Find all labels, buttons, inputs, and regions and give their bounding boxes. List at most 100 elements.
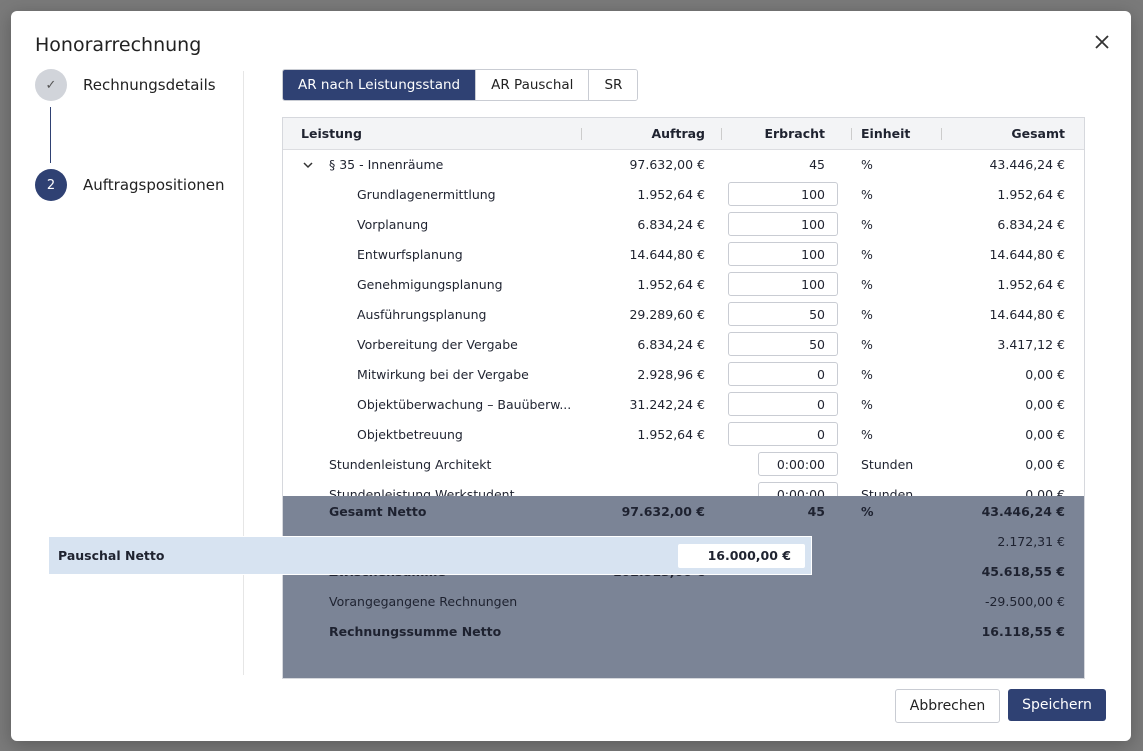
row-gesamt: 3.417,12 € <box>997 337 1065 352</box>
summary-erbracht: 45 <box>807 504 825 519</box>
positions-table: Leistung Auftrag Erbracht Einheit Gesamt… <box>282 117 1085 679</box>
row-einheit: % <box>861 367 873 382</box>
row-label: Grundlagenermittlung <box>357 187 496 202</box>
group-auftrag: 97.632,00 € <box>629 157 705 172</box>
cancel-button[interactable]: Abbrechen <box>895 689 1000 723</box>
erbracht-input[interactable]: 100 <box>728 182 838 206</box>
group-gesamt: 43.446,24 € <box>989 157 1065 172</box>
tab-ar-leistungsstand[interactable]: AR nach Leistungsstand <box>283 70 477 100</box>
summary-vorangegangene: Vorangegangene Rechnungen -29.500,00 € <box>283 587 1084 617</box>
group-erbracht: 45 <box>809 157 825 172</box>
table-row: Objektüberwachung – Bauüberw... 31.242,2… <box>283 390 1084 421</box>
step-2-label[interactable]: Auftragspositionen <box>83 176 225 194</box>
row-einheit: % <box>861 307 873 322</box>
col-separator <box>581 128 582 140</box>
row-einheit: % <box>861 397 873 412</box>
row-gesamt: 1.952,64 € <box>997 187 1065 202</box>
table-row: Ausführungsplanung 29.289,60 € 50 % 14.6… <box>283 300 1084 331</box>
pauschal-netto-input[interactable]: 16.000,00 € <box>678 544 805 568</box>
erbracht-input[interactable]: 100 <box>728 242 838 266</box>
table-row: Genehmigungsplanung 1.952,64 € 100 % 1.9… <box>283 270 1084 301</box>
col-gesamt[interactable]: Gesamt <box>963 118 1065 149</box>
row-auftrag: 1.952,64 € <box>637 277 705 292</box>
row-auftrag: 6.834,24 € <box>637 337 705 352</box>
row-einheit: % <box>861 337 873 352</box>
dialog-title: Honorarrechnung <box>35 34 202 56</box>
step-1-label[interactable]: Rechnungsdetails <box>83 76 216 94</box>
table-row: Entwurfsplanung 14.644,80 € 100 % 14.644… <box>283 240 1084 271</box>
col-separator <box>941 128 942 140</box>
row-auftrag: 1.952,64 € <box>637 187 705 202</box>
row-einheit: % <box>861 427 873 442</box>
row-gesamt: 0,00 € <box>1025 367 1065 382</box>
summary-label: Vorangegangene Rechnungen <box>329 594 518 609</box>
chevron-down-icon[interactable] <box>301 158 315 172</box>
row-gesamt: 0,00 € <box>1025 427 1065 442</box>
table-row: Vorplanung 6.834,24 € 100 % 6.834,24 € <box>283 210 1084 241</box>
erbracht-input[interactable]: 0 <box>728 422 838 446</box>
row-label: Objektbetreuung <box>357 427 463 442</box>
table-header: Leistung Auftrag Erbracht Einheit Gesamt <box>283 118 1084 150</box>
sidebar-divider <box>243 71 244 675</box>
row-auftrag: 1.952,64 € <box>637 427 705 442</box>
summary-rechnungssumme: Rechnungssumme Netto 16.118,55 € <box>283 617 1084 647</box>
summary-auftrag: 97.632,00 € <box>621 504 705 519</box>
row-label: Mitwirkung bei der Vergabe <box>357 367 529 382</box>
table-row: Objektbetreuung 1.952,64 € 0 % 0,00 € <box>283 420 1084 451</box>
row-label: Objektüberwachung – Bauüberw... <box>357 397 572 412</box>
row-gesamt: 6.834,24 € <box>997 217 1065 232</box>
hours-input[interactable]: 0:00:00 <box>758 452 838 476</box>
tab-sr[interactable]: SR <box>589 70 638 100</box>
group-label: § 35 - Innenräume <box>329 157 444 172</box>
summary-gesamt: 16.118,55 € <box>981 624 1065 639</box>
summary-label: Rechnungssumme Netto <box>329 624 502 639</box>
row-gesamt: 14.644,80 € <box>989 247 1065 262</box>
erbracht-input[interactable]: 0 <box>728 362 838 386</box>
save-button[interactable]: Speichern <box>1008 689 1106 721</box>
erbracht-input[interactable]: 100 <box>728 212 838 236</box>
group-row[interactable]: § 35 - Innenräume 97.632,00 € 45 % 43.44… <box>283 150 1084 181</box>
tab-ar-pauschal[interactable]: AR Pauschal <box>476 70 590 100</box>
table-row: Mitwirkung bei der Vergabe 2.928,96 € 0 … <box>283 360 1084 391</box>
row-label: Ausführungsplanung <box>357 307 487 322</box>
row-einheit: % <box>861 277 873 292</box>
row-gesamt: 0,00 € <box>1025 397 1065 412</box>
row-einheit: % <box>861 187 873 202</box>
row-einheit: % <box>861 217 873 232</box>
summary-gesamt: 2.172,31 € <box>997 534 1065 549</box>
col-separator <box>851 128 852 140</box>
erbracht-input[interactable]: 50 <box>728 302 838 326</box>
col-separator <box>721 128 722 140</box>
col-leistung[interactable]: Leistung <box>301 118 362 149</box>
row-auftrag: 6.834,24 € <box>637 217 705 232</box>
table-row: Grundlagenermittlung 1.952,64 € 100 % 1.… <box>283 180 1084 211</box>
invoice-dialog: Honorarrechnung ✓ Rechnungsdetails 2 Auf… <box>11 11 1131 741</box>
group-einheit: % <box>861 157 873 172</box>
hourly-gesamt: 0,00 € <box>1025 457 1065 472</box>
col-erbracht[interactable]: Erbracht <box>733 118 825 149</box>
erbracht-input[interactable]: 50 <box>728 332 838 356</box>
invoice-type-tabs: AR nach Leistungsstand AR Pauschal SR <box>282 69 639 101</box>
col-auftrag[interactable]: Auftrag <box>613 118 705 149</box>
summary-gesamt: 43.446,24 € <box>981 504 1065 519</box>
pauschal-label: Pauschal Netto <box>58 548 165 563</box>
stepper-connector <box>50 107 51 163</box>
close-icon[interactable] <box>1091 31 1113 53</box>
hourly-einheit: Stunden <box>861 457 914 472</box>
pauschal-netto-row: Pauschal Netto 16.000,00 € <box>48 536 812 575</box>
table-row: Vorbereitung der Vergabe 6.834,24 € 50 %… <box>283 330 1084 361</box>
row-gesamt: 1.952,64 € <box>997 277 1065 292</box>
step-1-check-icon[interactable]: ✓ <box>35 69 67 101</box>
summary-label: Gesamt Netto <box>329 504 427 519</box>
hourly-row: Stundenleistung Architekt 0:00:00 Stunde… <box>283 450 1084 481</box>
hourly-label: Stundenleistung Architekt <box>329 457 492 472</box>
col-einheit[interactable]: Einheit <box>861 118 910 149</box>
step-2-marker[interactable]: 2 <box>35 169 67 201</box>
row-auftrag: 2.928,96 € <box>637 367 705 382</box>
summary-gesamt-netto: Gesamt Netto 97.632,00 € 45 % 43.446,24 … <box>283 497 1084 527</box>
row-einheit: % <box>861 247 873 262</box>
erbracht-input[interactable]: 0 <box>728 392 838 416</box>
erbracht-input[interactable]: 100 <box>728 272 838 296</box>
row-label: Entwurfsplanung <box>357 247 463 262</box>
summary-panel: Gesamt Netto 97.632,00 € 45 % 43.446,24 … <box>283 496 1084 678</box>
